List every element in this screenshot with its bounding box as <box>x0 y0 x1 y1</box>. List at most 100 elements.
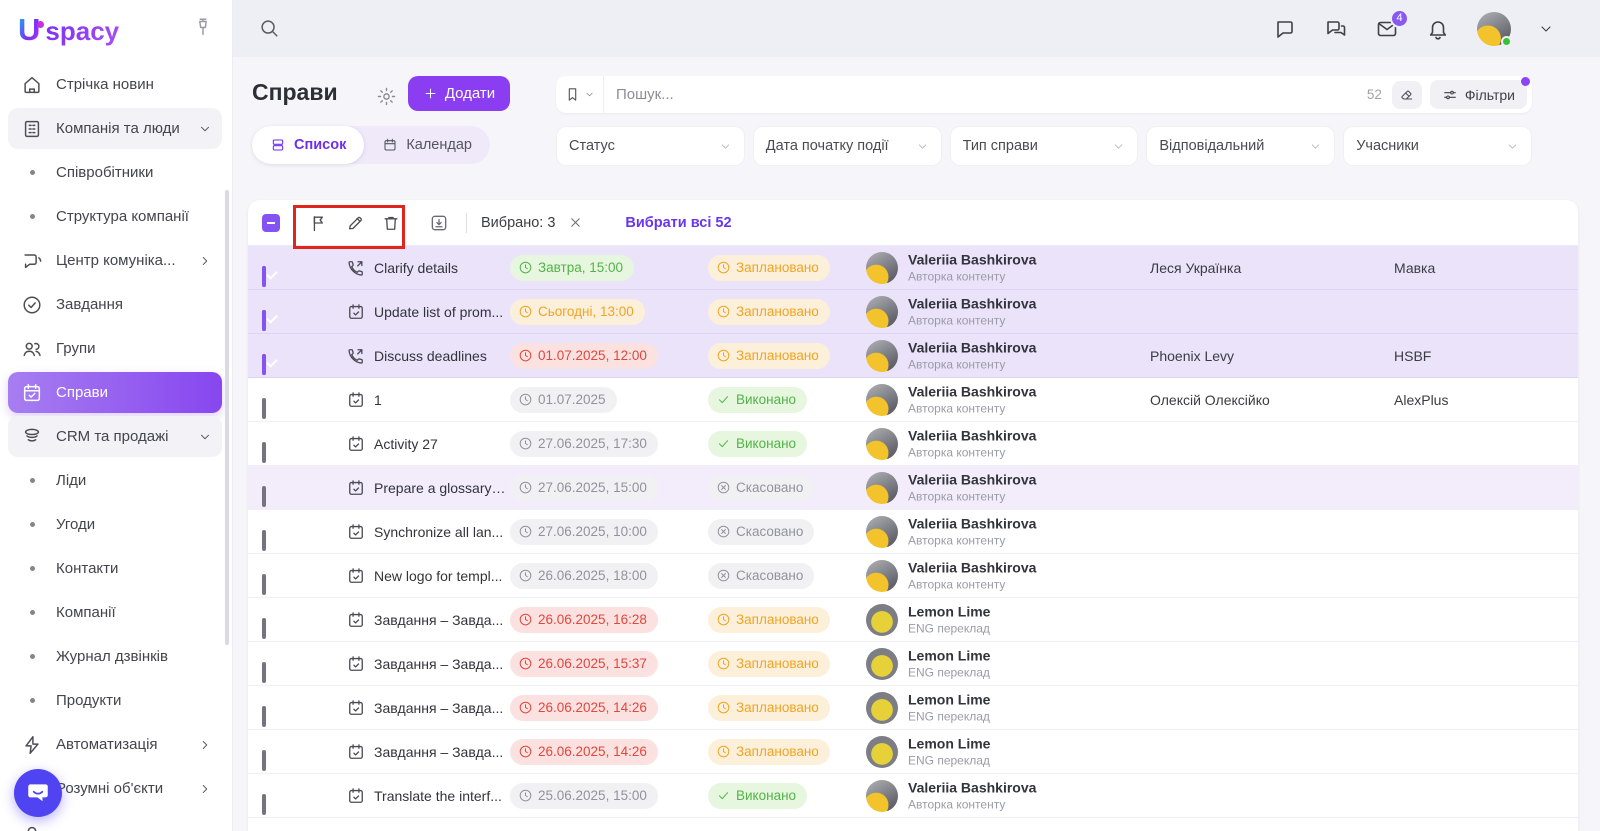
sidebar-item-10[interactable]: Угоди <box>8 504 222 545</box>
clock-icon <box>518 612 533 627</box>
sidebar-item-1[interactable]: Компанія та люди <box>8 108 222 149</box>
mail-icon[interactable]: 4 <box>1375 17 1399 41</box>
table-row[interactable]: Discuss deadlines 01.07.2025, 12:00 Запл… <box>248 334 1578 378</box>
table-row[interactable]: Update list of prom... Сьогодні, 13:00 З… <box>248 290 1578 334</box>
eraser-icon <box>1399 87 1415 103</box>
row-checkbox[interactable] <box>262 354 266 375</box>
clear-search-button[interactable] <box>1392 81 1422 109</box>
result-count: 52 <box>1367 87 1382 102</box>
filters-button[interactable]: Фільтри <box>1430 80 1527 109</box>
date-badge: 26.06.2025, 16:28 <box>510 607 658 633</box>
row-checkbox[interactable] <box>262 310 266 331</box>
activity-title: 1 <box>374 392 506 408</box>
status-badge: Заплановано <box>708 299 830 325</box>
filter-dropdown-0[interactable]: Статус <box>556 126 745 166</box>
sidebar-item-14[interactable]: Продукти <box>8 680 222 721</box>
table-row[interactable]: Завдання – Завда... 26.06.2025, 14:26 За… <box>248 686 1578 730</box>
sidebar-item-0[interactable]: Стрічка новин <box>8 64 222 105</box>
select-all-link[interactable]: Вибрати всі 52 <box>625 215 731 231</box>
edit-button[interactable] <box>340 208 370 238</box>
chat-icon[interactable] <box>1273 17 1297 41</box>
table-row[interactable]: 1 01.07.2025 Виконано Valeriia Bashkirov… <box>248 378 1578 422</box>
notifications-bell-icon[interactable] <box>1426 17 1450 41</box>
sidebar-item-6[interactable]: Групи <box>8 328 222 369</box>
sidebar-item-7[interactable]: Справи <box>8 372 222 413</box>
sidebar-item-4[interactable]: Центр комуніка... <box>8 240 222 281</box>
table-row[interactable]: Translate the interf... 25.06.2025, 15:0… <box>248 774 1578 818</box>
filter-dropdown-3[interactable]: Відповідальний <box>1146 126 1335 166</box>
filter-dropdown-4[interactable]: Учасники <box>1343 126 1532 166</box>
support-chat-button[interactable] <box>14 769 62 817</box>
bullet-icon <box>20 161 44 185</box>
table-row[interactable]: Activity 27 27.06.2025, 17:30 Виконано V… <box>248 422 1578 466</box>
activity-title: Update list of prom... <box>374 304 506 320</box>
owner-name: Valeriia Bashkirova <box>908 295 1036 313</box>
tab-list[interactable]: Список <box>252 126 364 164</box>
row-checkbox[interactable] <box>262 442 266 463</box>
global-search-icon[interactable] <box>258 17 280 39</box>
row-checkbox[interactable] <box>262 574 266 595</box>
clock-icon <box>716 700 731 715</box>
table-row[interactable]: Synchronize all lan... 27.06.2025, 10:00… <box>248 510 1578 554</box>
filter-dropdown-1[interactable]: Дата початку події <box>753 126 942 166</box>
clear-selection-icon[interactable] <box>565 212 587 234</box>
export-button[interactable] <box>424 208 454 238</box>
sidebar-item-13[interactable]: Журнал дзвінків <box>8 636 222 677</box>
sidebar-item-9[interactable]: Ліди <box>8 460 222 501</box>
owner-name: Valeriia Bashkirova <box>908 383 1036 401</box>
sidebar-item-2[interactable]: Співробітники <box>8 152 222 193</box>
table-row[interactable]: Завдання – Завда... 26.06.2025, 16:28 За… <box>248 598 1578 642</box>
sidebar-item-12[interactable]: Компанії <box>8 592 222 633</box>
pin-sidebar-icon[interactable] <box>192 16 214 38</box>
add-button[interactable]: Додати <box>408 76 510 111</box>
table-row[interactable]: Завдання – Завда... 26.06.2025, 15:37 За… <box>248 642 1578 686</box>
date-badge: 01.07.2025 <box>510 387 617 413</box>
clock-icon <box>518 480 533 495</box>
owner-role: ENG переклад <box>908 753 990 768</box>
table-row[interactable]: Prepare a glossary ... 27.06.2025, 15:00… <box>248 466 1578 510</box>
sidebar-item-5[interactable]: Завдання <box>8 284 222 325</box>
owner-name: Valeriia Bashkirova <box>908 251 1036 269</box>
table-row[interactable]: New logo for templ... 26.06.2025, 18:00 … <box>248 554 1578 598</box>
activities-table: Вибрано: 3 Вибрати всі 52 Clarify detail… <box>248 200 1578 831</box>
add-button-label: Додати <box>445 85 495 102</box>
activity-title: Discuss deadlines <box>374 348 506 364</box>
row-checkbox[interactable] <box>262 398 266 419</box>
row-checkbox[interactable] <box>262 750 266 771</box>
row-checkbox[interactable] <box>262 530 266 551</box>
table-row[interactable]: Завдання – Завда... 26.06.2025, 14:26 За… <box>248 730 1578 774</box>
table-row[interactable]: Clarify details Завтра, 15:00 Запланован… <box>248 246 1578 290</box>
sidebar-item-3[interactable]: Структура компанії <box>8 196 222 237</box>
status-badge: Заплановано <box>708 343 830 369</box>
row-checkbox[interactable] <box>262 794 266 815</box>
topbar: 4 <box>232 0 1600 57</box>
filter-dropdowns: Статус Дата початку події Тип справи Від… <box>556 126 1532 166</box>
row-checkbox[interactable] <box>262 486 266 507</box>
owner-name: Valeriia Bashkirova <box>908 559 1036 577</box>
owner-name: Valeriia Bashkirova <box>908 427 1036 445</box>
sidebar-item-8[interactable]: CRM та продажі <box>8 416 222 457</box>
row-checkbox[interactable] <box>262 266 266 287</box>
clock-icon <box>518 304 533 319</box>
user-avatar[interactable] <box>1477 12 1511 46</box>
select-all-checkbox[interactable] <box>262 214 280 232</box>
row-checkbox[interactable] <box>262 706 266 727</box>
row-checkbox[interactable] <box>262 662 266 683</box>
flag-button[interactable] <box>304 208 334 238</box>
status-badge: Виконано <box>708 431 807 457</box>
profile-chevron-down-icon[interactable] <box>1538 21 1554 37</box>
delete-button[interactable] <box>376 208 406 238</box>
contact-cell: Phoenix Levy <box>1150 348 1370 364</box>
sidebar-scrollbar[interactable] <box>225 190 229 645</box>
saved-filters-button[interactable] <box>556 76 604 113</box>
row-checkbox[interactable] <box>262 618 266 639</box>
company-cell: AlexPlus <box>1394 392 1554 408</box>
mail-badge: 4 <box>1390 9 1409 28</box>
sidebar-item-11[interactable]: Контакти <box>8 548 222 589</box>
filter-dropdown-2[interactable]: Тип справи <box>950 126 1139 166</box>
search-input[interactable] <box>604 86 1367 103</box>
settings-gear-icon[interactable] <box>376 86 397 107</box>
tab-calendar[interactable]: Календар <box>364 126 490 164</box>
sidebar-item-15[interactable]: Автоматизація <box>8 724 222 765</box>
messenger-icon[interactable] <box>1324 17 1348 41</box>
